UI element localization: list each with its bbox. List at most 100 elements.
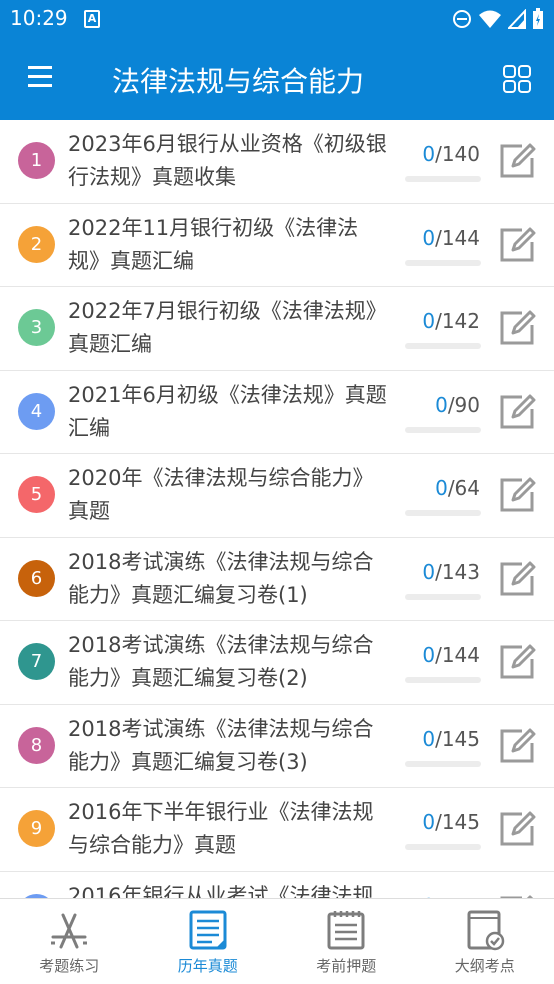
item-title: 2016年银行从业考试《法律法规与综合能力》真题: [68, 883, 374, 899]
tab-label: 历年真题: [177, 957, 238, 975]
item-title: 2021年6月初级《法律法规》真题汇编: [68, 382, 387, 440]
list-item[interactable]: 8 2018考试演练《法律法规与综合能力》真题汇编复习卷(3) 0/145: [0, 705, 554, 788]
item-number-badge: 3: [18, 309, 55, 346]
item-done-count: 0: [422, 225, 436, 250]
edit-icon[interactable]: [498, 226, 536, 264]
item-progress-count: 0/64: [435, 476, 480, 500]
list-item[interactable]: 2 2022年11月银行初级《法律法规》真题汇编 0/144: [0, 204, 554, 287]
list-item[interactable]: 3 2022年7月银行初级《法律法规》真题汇编 0/142: [0, 287, 554, 371]
item-number-badge: 8: [18, 726, 55, 764]
do-not-disturb-icon: [453, 10, 471, 28]
item-title: 2016年下半年银行业《法律法规与综合能力》真题: [68, 800, 374, 857]
tab-label: 大纲考点: [454, 957, 515, 975]
menu-icon[interactable]: [28, 66, 58, 92]
item-progress-count: 0/145: [422, 727, 480, 751]
tab-app-store[interactable]: 考题练习: [0, 899, 139, 984]
exam-list: 1 2023年6月银行从业资格《初级银行法规》真题收集 0/140 2 2022年11月…: [0, 120, 554, 898]
item-total-count: /145: [435, 810, 480, 834]
item-number-badge: 5: [18, 476, 55, 513]
item-title: 2018考试演练《法律法规与综合能力》真题汇编复习卷(2): [68, 633, 374, 690]
item-title: 2022年11月银行初级《法律法规》真题汇编: [68, 215, 359, 273]
item-number-badge: 4: [18, 392, 55, 430]
wifi-icon: [479, 10, 501, 28]
page-title: 法律法规与综合能力: [112, 65, 365, 98]
status-bar: 10:29 A: [0, 0, 554, 38]
item-total-count: /90: [447, 392, 480, 417]
grid-icon[interactable]: [502, 64, 532, 94]
item-total-count: /142: [435, 309, 480, 333]
edit-icon[interactable]: [498, 727, 536, 765]
item-title: 2023年6月银行从业资格《初级银行法规》真题收集: [68, 132, 387, 189]
edit-icon[interactable]: [498, 142, 536, 180]
item-done-count: 0: [422, 726, 436, 751]
status-time: 10:29: [10, 6, 68, 30]
app-store-icon: [51, 913, 88, 949]
notification-icon: A: [84, 10, 100, 28]
item-progress-bar: [405, 259, 481, 266]
item-progress-bar: [405, 677, 481, 683]
signal-icon: [508, 9, 526, 29]
item-progress-count: 0/140: [422, 142, 480, 166]
system-icons: [452, 8, 544, 30]
item-progress-bar: [405, 426, 481, 433]
item-total-count: /143: [435, 559, 480, 584]
edit-icon[interactable]: [498, 643, 536, 681]
item-number-badge: 7: [18, 643, 55, 680]
edit-icon[interactable]: [498, 309, 536, 347]
clipboard-icon: [327, 911, 365, 950]
list-item[interactable]: 102016年银行从业考试《法律法规与综合能力》真题0/145: [0, 872, 554, 899]
item-number-badge: 9: [18, 810, 55, 847]
item-progress-bar: [405, 510, 481, 516]
tab-label: 考题练习: [39, 957, 100, 975]
list-item[interactable]: 7 2018考试演练《法律法规与综合能力》真题汇编复习卷(2) 0/144: [0, 621, 554, 705]
list-item[interactable]: 4 2021年6月初级《法律法规》真题汇编 0/90: [0, 371, 554, 454]
tab-label: 考前押题: [316, 957, 377, 975]
book-check-icon: [467, 910, 504, 951]
edit-icon[interactable]: [498, 810, 536, 848]
item-title: 2018考试演练《法律法规与综合能力》真题汇编复习卷(3): [68, 716, 374, 774]
item-done-count: 0: [422, 559, 436, 584]
item-title: 2018考试演练《法律法规与综合能力》真题汇编复习卷(1): [68, 549, 374, 607]
item-progress-bar: [405, 343, 481, 349]
item-progress-bar: [405, 760, 481, 767]
edit-icon[interactable]: [498, 393, 536, 431]
item-done-count: 0: [435, 476, 448, 500]
item-done-count: 0: [422, 142, 436, 166]
list-item[interactable]: 1 2023年6月银行从业资格《初级银行法规》真题收集 0/140: [0, 120, 554, 204]
edit-icon[interactable]: [498, 560, 536, 598]
list-item[interactable]: 5 2020年《法律法规与综合能力》真题 0/64: [0, 454, 554, 538]
item-progress-count: 0/143: [422, 560, 480, 584]
list-item[interactable]: 6 2018考试演练《法律法规与综合能力》真题汇编复习卷(1) 0/143: [0, 538, 554, 621]
item-progress-bar: [405, 844, 481, 850]
item-number-badge: 1: [18, 142, 55, 179]
item-total-count: /64: [447, 476, 480, 500]
item-done-count: 0: [422, 810, 436, 834]
item-done-count: 0: [422, 643, 436, 667]
item-done-count: 0: [422, 309, 436, 333]
list-item[interactable]: 9 2016年下半年银行业《法律法规与综合能力》真题 0/145: [0, 788, 554, 872]
item-progress-bar: [405, 176, 481, 182]
item-progress-count: 0/144: [422, 643, 480, 667]
battery-icon: [533, 8, 543, 29]
item-progress-count: 0/142: [422, 309, 480, 333]
tab-document-list[interactable]: 历年真题: [139, 899, 278, 984]
tab-book-check[interactable]: 大纲考点: [416, 899, 554, 984]
item-progress-count: 0/90: [435, 393, 480, 417]
tab-clipboard[interactable]: 考前押题: [277, 899, 416, 984]
item-total-count: /144: [435, 643, 480, 667]
bottom-tab-bar: 考题练习 历年真题 考前押题 大纲考点: [0, 898, 554, 984]
item-done-count: 0: [435, 392, 448, 417]
edit-icon[interactable]: [498, 476, 536, 514]
app-bar: 法律法规与综合能力: [0, 38, 554, 120]
item-total-count: /144: [435, 225, 480, 250]
document-list-icon: [189, 910, 227, 950]
item-progress-count: 0/144: [422, 226, 480, 250]
item-total-count: /145: [435, 726, 480, 751]
item-number-badge: 6: [18, 559, 55, 597]
item-title: 2020年《法律法规与综合能力》真题: [68, 466, 374, 523]
item-title: 2022年7月银行初级《法律法规》真题汇编: [68, 299, 387, 356]
item-progress-bar: [405, 593, 481, 600]
item-number-badge: 2: [18, 225, 55, 263]
item-progress-count: 0/145: [422, 810, 480, 834]
item-total-count: /140: [435, 142, 480, 166]
